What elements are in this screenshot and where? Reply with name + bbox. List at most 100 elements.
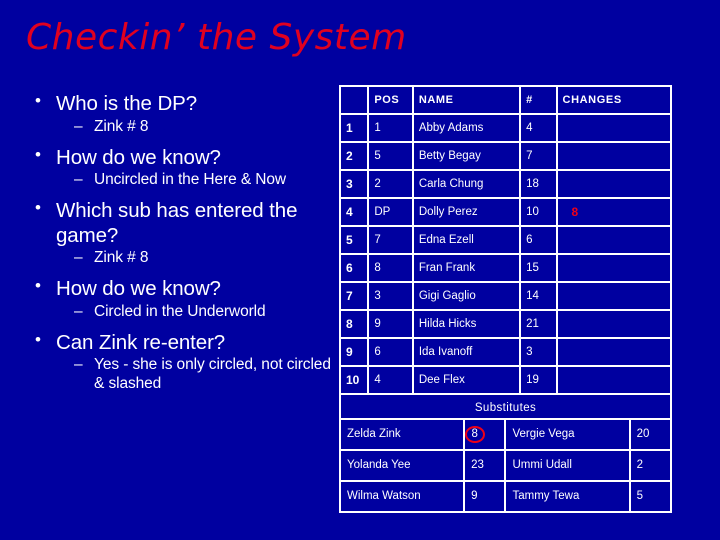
substitute-number: 8 <box>465 420 505 449</box>
substitute-number: 9 <box>465 482 505 511</box>
row-player-name: Edna Ezell <box>413 227 520 253</box>
substitute-name: Wilma Watson <box>341 482 464 511</box>
substitute-row: Yolanda Yee 23 Ummi Udall 2 <box>341 451 670 480</box>
row-position: 5 <box>369 143 412 169</box>
change-entry-number: 8 <box>571 204 579 219</box>
row-position: 9 <box>369 311 412 337</box>
row-position: 1 <box>369 115 412 141</box>
header-index <box>341 87 368 113</box>
substitute-name: Vergie Vega <box>506 420 629 449</box>
sub-bullet-item: Circled in the Underworld <box>18 303 338 322</box>
page-title: Checkin’ the System <box>26 17 407 58</box>
table-row: 7 3 Gigi Gaglio 14 <box>341 283 670 309</box>
sub-bullet-item: Zink # 8 <box>18 118 338 137</box>
substitutes-table-body: Zelda Zink 8 Vergie Vega 20 Yolanda Yee 23 Umm… <box>341 420 670 511</box>
row-player-name: Dee Flex <box>413 367 520 393</box>
table-row: 2 5 Betty Begay 7 <box>341 143 670 169</box>
row-changes <box>557 227 670 253</box>
row-changes <box>557 255 670 281</box>
row-player-name: Abby Adams <box>413 115 520 141</box>
bullet-item: Can Zink re-enter? <box>18 330 338 356</box>
substitutes-table: Zelda Zink 8 Vergie Vega 20 Yolanda Yee 23 Umm… <box>339 418 672 513</box>
header-name: NAME <box>413 87 520 113</box>
row-position: 8 <box>369 255 412 281</box>
row-player-number: 14 <box>521 283 556 309</box>
row-position: DP <box>369 199 412 225</box>
bullet-item: How do we know? <box>18 145 338 171</box>
table-row: 4 DP Dolly Perez 10 8 <box>341 199 670 225</box>
substitute-row: Wilma Watson 9 Tammy Tewa 5 <box>341 482 670 511</box>
row-index: 3 <box>341 171 368 197</box>
row-changes <box>557 339 670 365</box>
header-pos: POS <box>369 87 412 113</box>
row-player-number: 21 <box>521 311 556 337</box>
bullet-list: Who is the DP?Zink # 8How do we know?Unc… <box>18 91 338 397</box>
row-index: 2 <box>341 143 368 169</box>
row-index: 5 <box>341 227 368 253</box>
row-player-name: Carla Chung <box>413 171 520 197</box>
row-player-name: Gigi Gaglio <box>413 283 520 309</box>
row-position: 7 <box>369 227 412 253</box>
row-player-name: Hilda Hicks <box>413 311 520 337</box>
table-row: 1 1 Abby Adams 4 <box>341 115 670 141</box>
table-row: 3 2 Carla Chung 18 <box>341 171 670 197</box>
row-player-number: 3 <box>521 339 556 365</box>
roster-table: POS NAME # CHANGES 1 1 Abby Adams 4 2 5 Betty … <box>339 85 672 423</box>
substitute-number: 23 <box>465 451 505 480</box>
table-header-row: POS NAME # CHANGES <box>341 87 670 113</box>
substitute-name: Ummi Udall <box>506 451 629 480</box>
row-player-name: Ida Ivanoff <box>413 339 520 365</box>
row-player-number: 15 <box>521 255 556 281</box>
sub-bullet-item: Yes - she is only circled, not circled &… <box>18 356 338 394</box>
substitute-name: Zelda Zink <box>341 420 464 449</box>
row-player-number: 10 <box>521 199 556 225</box>
row-index: 10 <box>341 367 368 393</box>
substitute-number: 2 <box>630 451 670 480</box>
row-changes <box>557 171 670 197</box>
sub-bullet-item: Uncircled in the Here & Now <box>18 171 338 190</box>
row-changes <box>557 311 670 337</box>
row-player-name: Dolly Perez <box>413 199 520 225</box>
row-player-number: 18 <box>521 171 556 197</box>
row-player-number: 19 <box>521 367 556 393</box>
row-changes <box>557 115 670 141</box>
substitute-row: Zelda Zink 8 Vergie Vega 20 <box>341 420 670 449</box>
table-row: 5 7 Edna Ezell 6 <box>341 227 670 253</box>
table-row: 6 8 Fran Frank 15 <box>341 255 670 281</box>
header-changes: CHANGES <box>557 87 670 113</box>
substitute-number: 20 <box>630 420 670 449</box>
roster-table-body: 1 1 Abby Adams 4 2 5 Betty Begay 7 3 2 Carla Chung… <box>341 115 670 421</box>
bullet-item: How do we know? <box>18 276 338 302</box>
row-player-number: 7 <box>521 143 556 169</box>
substitute-number: 5 <box>630 482 670 511</box>
table-row: 10 4 Dee Flex 19 <box>341 367 670 393</box>
row-index: 8 <box>341 311 368 337</box>
header-number: # <box>521 87 556 113</box>
row-position: 4 <box>369 367 412 393</box>
roster-table-header: POS NAME # CHANGES <box>341 87 670 113</box>
bullet-item: Which sub has entered the game? <box>18 198 338 248</box>
row-player-number: 6 <box>521 227 556 253</box>
row-position: 2 <box>369 171 412 197</box>
sub-bullet-item: Zink # 8 <box>18 249 338 268</box>
substitute-name: Tammy Tewa <box>506 482 629 511</box>
row-index: 9 <box>341 339 368 365</box>
row-player-number: 4 <box>521 115 556 141</box>
row-index: 6 <box>341 255 368 281</box>
row-index: 7 <box>341 283 368 309</box>
row-index: 1 <box>341 115 368 141</box>
row-position: 6 <box>369 339 412 365</box>
row-position: 3 <box>369 283 412 309</box>
row-changes <box>557 143 670 169</box>
bullet-item: Who is the DP? <box>18 91 338 117</box>
slide-canvas: Checkin’ the System Who is the DP?Zink #… <box>0 0 720 540</box>
row-player-name: Betty Begay <box>413 143 520 169</box>
row-changes: 8 <box>557 199 670 225</box>
circled-number-marker: 8 <box>465 425 485 442</box>
substitute-name: Yolanda Yee <box>341 451 464 480</box>
table-row: 8 9 Hilda Hicks 21 <box>341 311 670 337</box>
row-index: 4 <box>341 199 368 225</box>
row-changes <box>557 367 670 393</box>
row-changes <box>557 283 670 309</box>
table-row: 9 6 Ida Ivanoff 3 <box>341 339 670 365</box>
